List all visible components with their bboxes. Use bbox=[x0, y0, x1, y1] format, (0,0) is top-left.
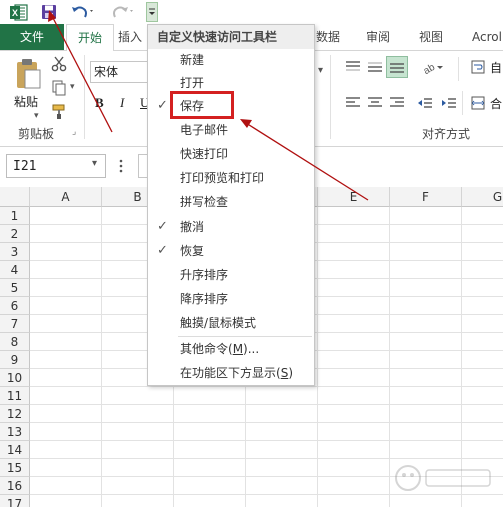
annotation-arrow-icon bbox=[240, 119, 369, 201]
annotation-arrows bbox=[48, 10, 369, 201]
annotation-arrow-icon bbox=[48, 10, 113, 133]
watermark-logo bbox=[388, 460, 498, 500]
